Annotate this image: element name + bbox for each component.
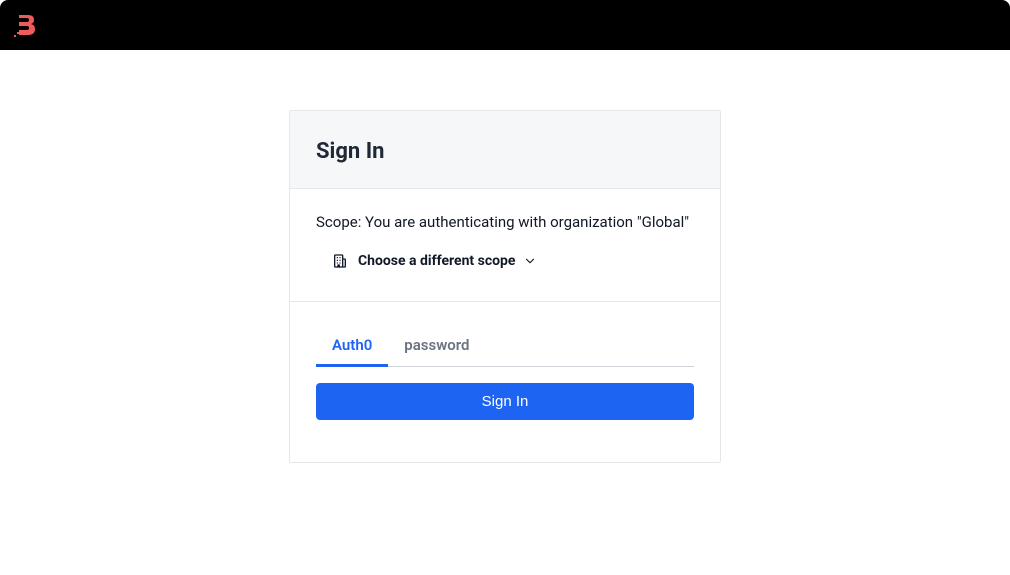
building-icon [332, 253, 348, 269]
app-logo [14, 13, 38, 37]
tab-auth0[interactable]: Auth0 [316, 326, 388, 367]
signin-button[interactable]: Sign In [316, 383, 694, 420]
auth-tabs: Auth0 password [316, 326, 694, 367]
chevron-down-icon [523, 254, 537, 268]
card-header: Sign In [290, 111, 720, 189]
choose-scope-link[interactable]: Choose a different scope [316, 253, 537, 269]
scope-section: Scope: You are authenticating with organ… [290, 189, 720, 302]
scope-description: Scope: You are authenticating with organ… [316, 213, 694, 231]
main-area: Sign In Scope: You are authenticating wi… [0, 50, 1010, 463]
page-title: Sign In [316, 139, 694, 164]
choose-scope-label: Choose a different scope [358, 253, 515, 269]
tab-password[interactable]: password [388, 326, 485, 367]
topbar [0, 0, 1010, 50]
auth-section: Auth0 password Sign In [290, 302, 720, 462]
signin-card: Sign In Scope: You are authenticating wi… [289, 110, 721, 463]
